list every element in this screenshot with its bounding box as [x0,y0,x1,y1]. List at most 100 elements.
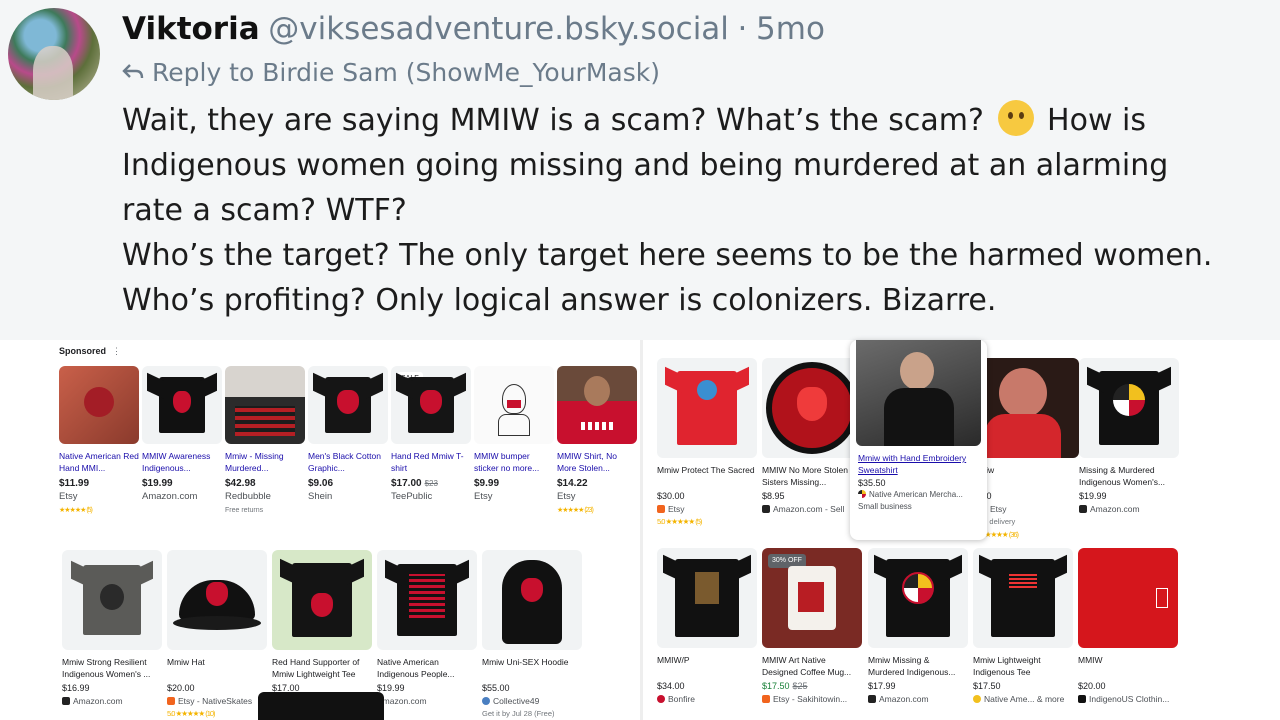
product-title[interactable]: MMIW bumper sticker no more... [474,450,554,476]
product-card[interactable]: Mmiw - Missing Murdered... $42.98 Redbub… [225,366,305,517]
product-image[interactable] [142,366,222,444]
product-image[interactable] [973,548,1073,648]
author-name[interactable]: Viktoria [122,11,260,47]
product-image[interactable] [225,366,305,444]
product-image[interactable] [762,358,862,458]
product-image[interactable] [272,550,372,650]
product-image[interactable] [167,550,267,650]
old-price: $25 [792,681,808,691]
product-store: Etsy - NativeSkates [167,695,267,707]
product-card[interactable]: MMIW No More Stolen Sisters Missing... $… [762,358,862,515]
product-title[interactable]: Mmiw Missing & Murdered Indigenous... [868,654,968,678]
product-image[interactable] [1079,358,1179,458]
product-store: Amazon.com [1079,503,1179,515]
product-title[interactable]: Mmiw Uni-SEX Hoodie [482,656,582,680]
product-title[interactable]: Mmiw with Hand Embroidery Sweatshirt [858,452,979,476]
product-title[interactable]: MMIW [1078,654,1178,678]
delivery-info: ee delivery [979,517,1016,526]
product-title[interactable]: Native American Red Hand MMI... [59,450,139,476]
product-price: $34.00 [657,681,685,691]
product-title[interactable]: Missing & Murdered Indigenous Women's... [1079,464,1179,488]
product-title[interactable]: Mmiw Hat [167,656,267,680]
more-options-icon[interactable]: ⋮ [112,346,121,356]
product-card[interactable]: 30% OFF MMIW Art Native Designed Coffee … [762,548,862,705]
product-card[interactable]: Red Hand Supporter of Mmiw Lightweight T… [272,550,372,694]
product-title[interactable]: Red Hand Supporter of Mmiw Lightweight T… [272,656,372,680]
product-price: $42.98 [225,478,256,489]
product-title[interactable]: Men's Black Cotton Graphic... [308,450,388,476]
amazon-icon [1079,505,1087,513]
product-image[interactable] [657,548,757,648]
product-card[interactable]: Mmiw Protect The Sacred $30.00 Etsy 5.0 … [657,358,757,528]
author-handle[interactable]: @viksesadventure.bsky.social [268,11,729,47]
product-title[interactable]: MMIW Awareness Indigenous... [142,450,222,476]
reply-to-link[interactable]: Reply to Birdie Sam (ShowMe_YourMask) [122,58,660,87]
product-store: Etsy [657,503,757,515]
product-card[interactable]: Mmiw Missing & Murdered Indigenous... $1… [868,548,968,705]
product-image[interactable] [62,550,162,650]
product-image[interactable] [557,366,637,444]
product-image[interactable] [657,358,757,458]
product-card[interactable]: Missing & Murdered Indigenous Women's...… [1079,358,1179,515]
product-title[interactable]: MMIW No More Stolen Sisters Missing... [762,464,862,488]
product-card[interactable]: Native American Red Hand MMI... $11.99 E… [59,366,139,517]
product-image[interactable] [868,548,968,648]
product-title[interactable]: Hand Red Mmiw T-shirt [391,450,471,476]
product-title[interactable]: Mmiw Protect The Sacred [657,464,757,488]
avatar[interactable] [8,8,100,100]
product-card[interactable]: SALE Hand Red Mmiw T-shirt $17.00$23 Tee… [391,366,471,503]
product-title[interactable]: Native American Indigenous People... [377,656,477,680]
product-image[interactable] [482,550,582,650]
product-card[interactable]: Mmiw Lightweight Indigenous Tee $17.50 N… [973,548,1073,705]
product-image[interactable] [377,550,477,650]
product-card[interactable]: Men's Black Cotton Graphic... $9.06 Shei… [308,366,388,503]
amazon-icon [62,697,70,705]
product-hover-card[interactable]: Mmiw with Hand Embroidery Sweatshirt $35… [850,340,987,540]
product-title[interactable]: MMIW Art Native Designed Coffee Mug... [762,654,862,678]
product-image[interactable] [1078,548,1178,648]
product-card[interactable]: MMIW Awareness Indigenous... $19.99 Amaz… [142,366,222,503]
product-card[interactable]: Native American Indigenous People... $19… [377,550,477,707]
product-image[interactable] [856,340,981,446]
product-image[interactable] [474,366,554,444]
product-title[interactable]: Mmiw Strong Resilient Indigenous Women's… [62,656,162,680]
post-age[interactable]: 5mo [756,11,825,47]
product-rating: 5.0 ★★★★★ (5) [657,517,702,526]
product-card[interactable]: Mmiw Strong Resilient Indigenous Women's… [62,550,162,707]
product-store: Amazon.com - Sell [762,503,862,515]
product-title[interactable]: MMIW Shirt, No More Stolen... [557,450,637,476]
product-card[interactable]: MMIW Shirt, No More Stolen... $14.22 Ets… [557,366,637,517]
post-line: rate a scam? WTF? [122,193,407,228]
post-line: Indigenous women going missing and being… [122,148,1169,183]
reply-arrow-icon [122,64,144,79]
product-store: Native Ame... & more [973,693,1073,705]
product-price: $35.50 [858,478,886,488]
product-title[interactable]: Mmiw - Missing Murdered... [225,450,305,476]
product-store: Shein [308,491,333,502]
product-title[interactable]: MMIW/P [657,654,757,678]
product-store: Etsy [557,491,576,502]
product-image[interactable] [59,366,139,444]
product-price: $17.00 $23 [391,478,438,489]
reply-to-text: Reply to Birdie Sam (ShowMe_YourMask) [152,58,660,87]
product-card[interactable]: MMIW $20.00 IndigenoUS Clothin... [1078,548,1178,705]
product-image[interactable] [308,366,388,444]
product-store: Etsy [59,491,78,502]
product-card[interactable]: Mmiw Uni-SEX Hoodie $55.00 Collective49 … [482,550,582,720]
separator-dot: · [737,11,748,47]
product-card[interactable]: Mmiw Hat $20.00 Etsy - NativeSkates 5.0 … [167,550,267,720]
product-card[interactable]: MMIW bumper sticker no more... $9.99 Ets… [474,366,554,503]
product-price: $9.99 [474,478,500,489]
product-image[interactable]: 30% OFF [762,548,862,648]
product-title[interactable]: Mmiw Lightweight Indigenous Tee [973,654,1073,678]
product-card[interactable]: miw .00 Etsy ee delivery ★★★★★ (36) [979,358,1079,541]
product-store: Amazon.com [62,695,162,707]
product-image[interactable]: SALE [391,366,471,444]
product-image[interactable] [979,358,1079,458]
product-rating: ★★★★★ (5) [59,507,93,514]
product-store: Etsy [979,503,1079,515]
product-store: Amazon.com [377,696,427,706]
product-card[interactable]: MMIW/P $34.00 Bonfire [657,548,757,705]
partial-product-thumbnail[interactable] [258,692,384,720]
product-title[interactable]: miw [979,464,1079,488]
